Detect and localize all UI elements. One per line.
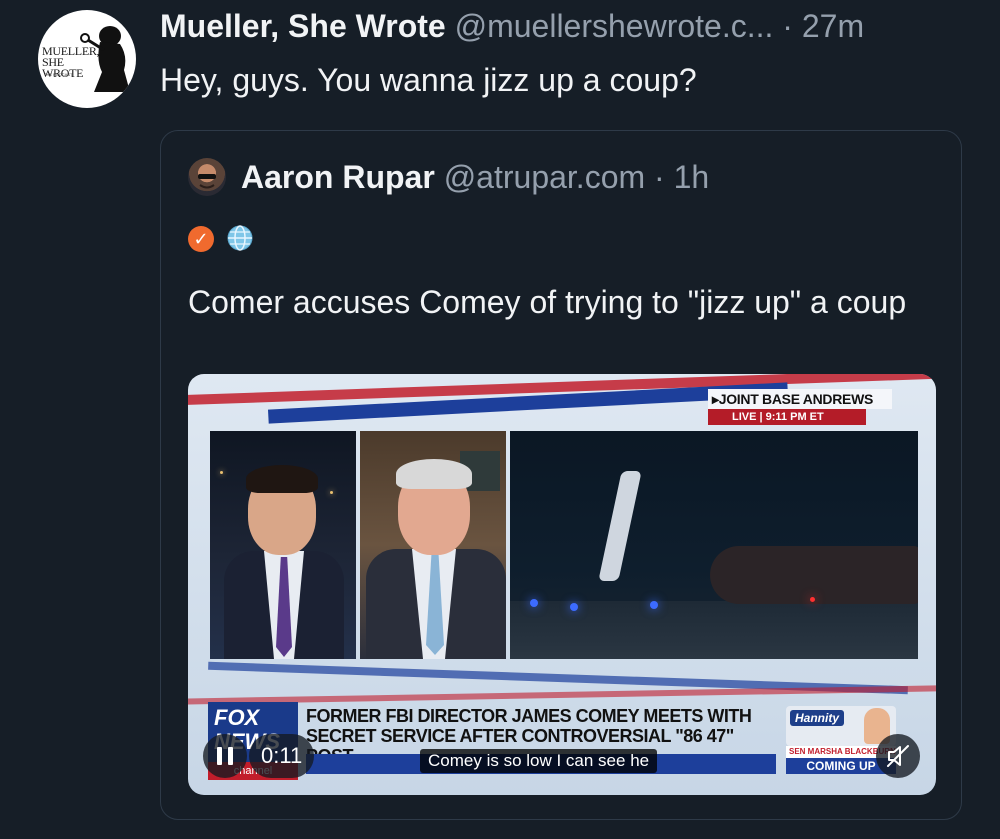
mute-icon: [887, 745, 909, 767]
logo-line1: FOX: [214, 705, 260, 730]
plane-tail: [598, 471, 642, 581]
airplane: [710, 546, 918, 604]
video-player[interactable]: ▸JOINT BASE ANDREWS LIVE | 9:11 PM ET FO…: [188, 374, 936, 795]
pause-button[interactable]: [203, 734, 247, 778]
location-label: ▸JOINT BASE ANDREWS: [708, 389, 892, 409]
post-text: Hey, guys. You wanna jizz up a coup?: [160, 62, 697, 98]
quoted-text: Comer accuses Comey of trying to "jizz u…: [188, 284, 907, 320]
pause-icon: [228, 747, 233, 765]
quoted-header: Aaron Rupar @atrupar.com · 1h: [241, 159, 709, 196]
author-name[interactable]: Mueller, She Wrote: [160, 8, 446, 44]
pause-icon: [217, 747, 222, 765]
verified-check-icon: ✓: [188, 226, 214, 252]
separator-dot: ·: [782, 8, 793, 44]
author-avatar[interactable]: MUELLER, SHE WROTE THE PODCAST: [38, 10, 136, 108]
mute-button[interactable]: [876, 734, 920, 778]
quoted-author-handle[interactable]: @atrupar.com: [444, 159, 645, 195]
live-label: LIVE | 9:11 PM ET: [708, 409, 866, 425]
globe-icon: [227, 225, 253, 251]
logo-sub: THE PODCAST: [44, 72, 73, 77]
quoted-post[interactable]: Aaron Rupar @atrupar.com · 1h ✓ Comer ac…: [160, 130, 962, 820]
elapsed-time: 0:11: [249, 734, 315, 778]
separator-dot: ·: [654, 159, 665, 195]
playback-controls: 0:11: [203, 734, 353, 778]
show-name: Hannity: [790, 710, 845, 726]
post-time[interactable]: 27m: [802, 8, 864, 44]
quoted-time[interactable]: 1h: [674, 159, 710, 195]
video-pane-guest: [360, 431, 506, 659]
quoted-author-name[interactable]: Aaron Rupar: [241, 159, 435, 195]
post-header: Mueller, She Wrote @muellershewrote.c...…: [160, 8, 864, 45]
video-pane-airport: [510, 431, 918, 659]
person-face-icon: [198, 174, 216, 189]
video-caption: Comey is so low I can see he: [420, 749, 658, 773]
location-banner: ▸JOINT BASE ANDREWS LIVE | 9:11 PM ET: [708, 389, 892, 429]
video-pane-host: [210, 431, 356, 659]
author-handle[interactable]: @muellershewrote.c...: [455, 8, 774, 44]
quoted-author-avatar[interactable]: [188, 158, 226, 196]
